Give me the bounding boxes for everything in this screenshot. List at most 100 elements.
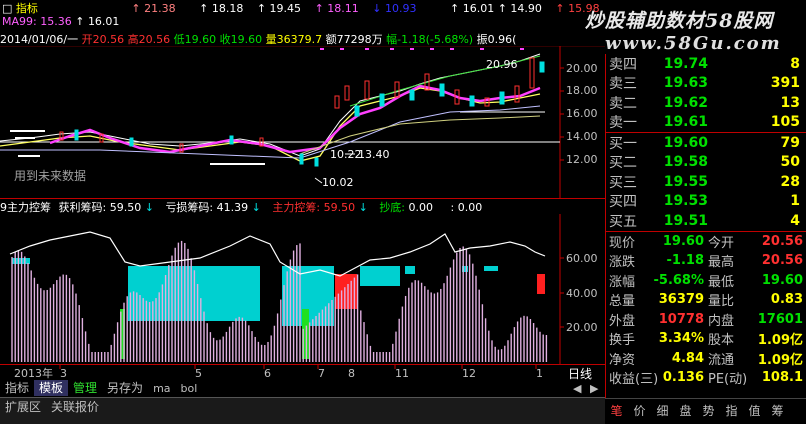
buy-order-row[interactable]: 买一 19.60 79	[606, 133, 806, 153]
quote-row: 总量 36379 量比 0.83	[606, 290, 806, 310]
info-open: 开20.56	[81, 33, 125, 45]
tab-manage[interactable]: 管理	[68, 380, 102, 396]
buy-orders: 买一 19.60 79 买二 19.58 50 买三 19.55 28 买四 19.53 1 买五 19.…	[606, 133, 806, 231]
price-tick: 18.00	[566, 84, 598, 97]
down-arrow-icon: ↓	[251, 201, 261, 214]
order-level-label: 买一	[609, 135, 637, 152]
quote-row: 涨幅 -5.68% 最低 19.60	[606, 271, 806, 291]
order-volume: 28	[780, 173, 800, 190]
order-volume: 50	[780, 154, 800, 171]
info-close: 收19.60	[219, 33, 263, 45]
sell-order-row[interactable]: 卖三 19.63 391	[606, 74, 806, 94]
price-tick: 14.00	[566, 130, 598, 143]
quote-value: 4.84	[671, 350, 704, 366]
quote-value: 108.1	[761, 370, 803, 386]
quote-label: 最低	[708, 274, 735, 290]
scroll-right-icon[interactable]: ▶	[590, 382, 598, 395]
ma99-value: 16.01	[87, 15, 120, 28]
indicator-tick: 40.00	[566, 287, 598, 300]
quote-value: 17601	[757, 311, 803, 327]
profit-label: 获利筹码:	[58, 201, 107, 214]
quote-label: 股本	[708, 333, 735, 349]
sell-order-row[interactable]: 卖四 19.74 8	[606, 54, 806, 74]
quote-label: 涨幅	[609, 274, 636, 290]
control-label: 主力控筹:	[272, 201, 321, 214]
candle-info-line: 2014/01/06/一 开20.56 高20.56 低19.60 收19.60…	[0, 31, 605, 45]
quote-value: -1.18	[666, 253, 704, 269]
down-arrow-icon: ↓	[144, 201, 154, 214]
buy-order-row[interactable]: 买二 19.58 50	[606, 153, 806, 173]
ma-header: □ 指标 ↑ 21.38 ↑ 18.18 ↑ 19.45 ↑ 18.11 ↓ 1…	[0, 0, 605, 30]
price-label-high: 20.96	[486, 58, 518, 71]
order-level-label: 买四	[609, 194, 637, 211]
sell-order-row[interactable]: 卖一 19.61 105	[606, 113, 806, 133]
panel-tab[interactable]: 指	[720, 399, 743, 423]
date-label: 11	[395, 367, 409, 380]
date-label: 12	[462, 367, 476, 380]
panel-tab[interactable]: 价	[628, 399, 651, 423]
quote-label: 内盘	[708, 313, 735, 329]
tab-template[interactable]: 模板	[34, 380, 69, 396]
control-value: 59.50	[323, 201, 356, 214]
panel-tab[interactable]: 盘	[674, 399, 697, 423]
order-volume: 8	[790, 55, 800, 72]
panel-tab[interactable]: 势	[697, 399, 720, 423]
panel-tab[interactable]: 细	[651, 399, 674, 423]
info-amplitude: 振0.96(	[476, 33, 517, 45]
extra-value: : 0.00	[450, 201, 483, 214]
scroll-left-icon[interactable]: ◀	[573, 382, 581, 395]
sell-order-row[interactable]: 卖二 19.62 13	[606, 93, 806, 113]
related-quote-button[interactable]: 关联报价	[46, 398, 104, 416]
tab-indicator[interactable]: 指标	[0, 380, 34, 396]
quote-label: 最高	[708, 255, 735, 271]
order-price: 19.74	[663, 55, 708, 72]
order-price: 19.51	[663, 212, 708, 229]
price-tick: 16.00	[566, 107, 598, 120]
buy-order-row[interactable]: 买三 19.55 28	[606, 172, 806, 192]
tab-save-as[interactable]: 另存为	[102, 380, 148, 396]
order-volume: 391	[770, 75, 800, 92]
loss-value: 41.39	[216, 201, 249, 214]
quote-row: 收益(三) 0.136 PE(动) 108.1	[606, 368, 806, 388]
panel-tab[interactable]: 笔	[605, 399, 628, 423]
quote-value: 19.60	[662, 233, 704, 249]
extension-area-button[interactable]: 扩展区	[0, 398, 46, 416]
order-price: 19.55	[663, 173, 708, 190]
quote-value: 0.83	[770, 292, 803, 308]
ma99-label: MA99: 15.36	[2, 15, 72, 28]
tab-ma[interactable]: ma	[148, 381, 175, 397]
order-level-label: 卖四	[609, 56, 637, 73]
ma99-line: MA99: 15.36 ↑ 16.01	[2, 15, 120, 28]
order-level-label: 买五	[609, 213, 637, 230]
indicator-tick: 20.00	[566, 321, 598, 334]
panel-tab[interactable]: 筹	[766, 399, 789, 423]
quote-row: 现价 19.60 今开 20.56	[606, 232, 806, 252]
down-arrow-icon: ↓	[358, 201, 368, 214]
panel-tab[interactable]: 值	[743, 399, 766, 423]
info-high: 高20.56	[127, 33, 171, 45]
indicator-tick: 60.00	[566, 252, 598, 265]
date-label: 8	[348, 367, 355, 380]
indicator-title: 9主力控筹	[0, 201, 51, 214]
candlestick-chart[interactable]: 20.00 18.00 16.00 14.00 12.00 20.96 13.4…	[0, 45, 605, 198]
quote-label: 收益(三)	[609, 372, 659, 388]
order-price: 19.63	[663, 75, 708, 92]
price-label: 13.40	[358, 148, 390, 161]
buy-order-row[interactable]: 买五 19.51 4	[606, 211, 806, 231]
buy-order-row[interactable]: 买四 19.53 1	[606, 192, 806, 212]
profit-value: 59.50	[109, 201, 142, 214]
quote-row: 换手 3.34% 股本 1.09亿	[606, 329, 806, 349]
tab-bol[interactable]: bol	[176, 381, 203, 397]
panel-tabs: 笔价细盘势指值筹	[605, 398, 806, 424]
quote-stats: 现价 19.60 今开 20.56 涨跌 -1.18 最高 20.56 涨幅 -5.68% 最低 19…	[606, 232, 806, 388]
order-price: 19.53	[663, 193, 708, 210]
price-label-low: 10.02	[322, 176, 354, 189]
indicator-chart[interactable]: 60.00 40.00 20.00	[0, 214, 605, 364]
quote-label: 现价	[609, 235, 636, 251]
order-price: 19.61	[663, 114, 708, 131]
price-tick: 12.00	[566, 153, 598, 166]
order-level-label: 卖一	[609, 115, 637, 132]
quote-label: 量比	[708, 294, 735, 310]
quote-value: 20.56	[761, 253, 803, 269]
extension-bar: 扩展区 关联报价	[0, 397, 605, 424]
